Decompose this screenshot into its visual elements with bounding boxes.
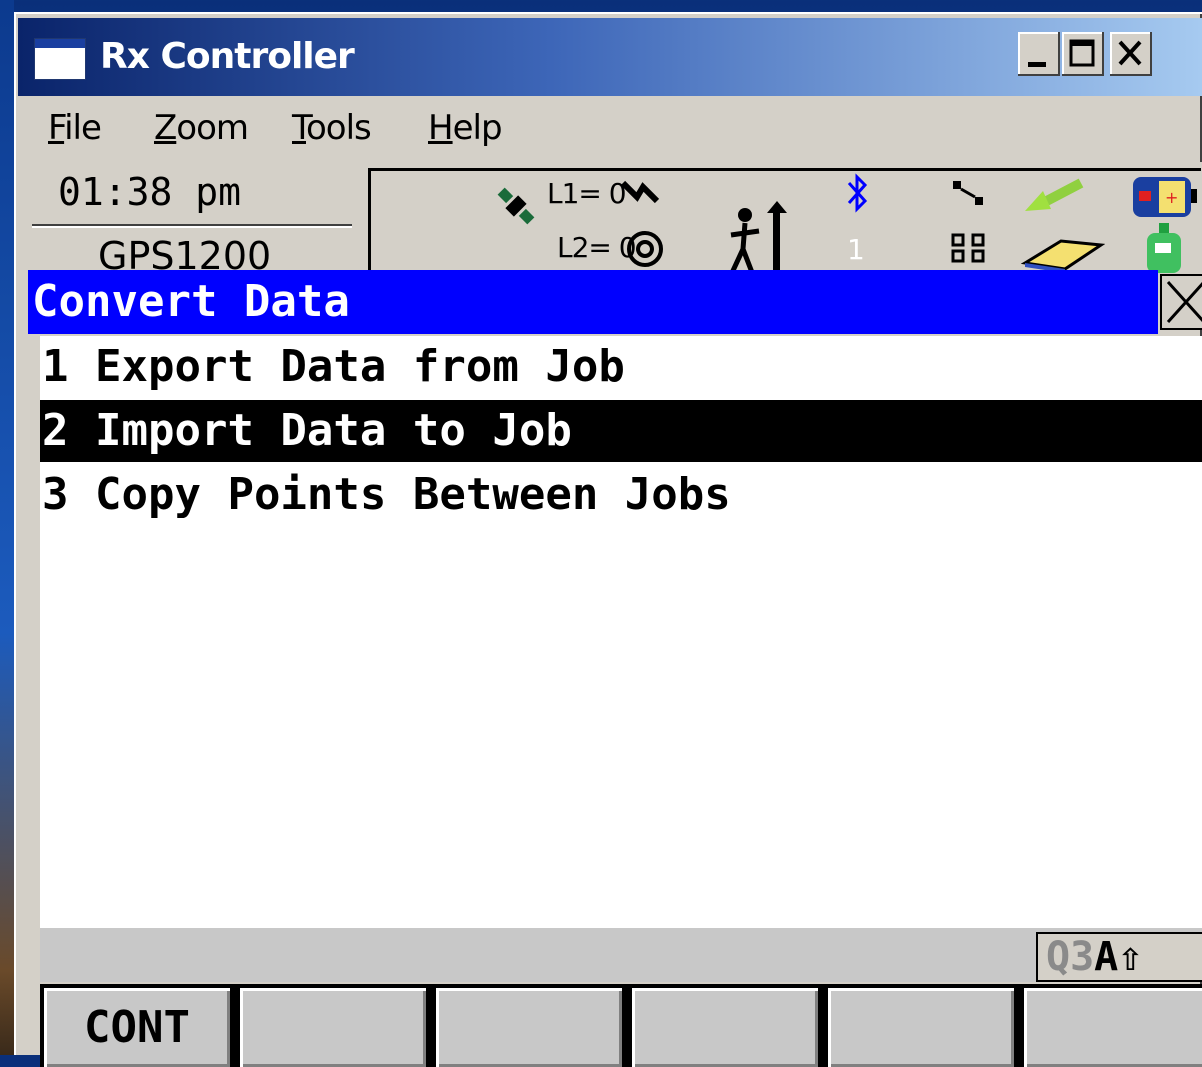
menu-help[interactable]: Help: [428, 108, 503, 148]
item-number: 3: [42, 469, 69, 520]
l1-indicator: L1= 0: [547, 177, 627, 210]
link-icon: [953, 181, 983, 205]
maximize-button[interactable]: [1062, 32, 1104, 76]
menu-tools-mnemonic: T: [292, 108, 307, 148]
mode-q: Q3: [1046, 934, 1095, 980]
menu-zoom[interactable]: Zoom: [154, 108, 249, 148]
status-icon-panel: L1= 0 L2= 0 1 +: [368, 168, 1201, 283]
f4-button[interactable]: [632, 988, 818, 1067]
menu-help-mnemonic: H: [428, 108, 454, 148]
menu-zoom-rest: oom: [176, 108, 249, 148]
desktop-background: [0, 0, 14, 1055]
menu-tools-rest: ools: [306, 108, 372, 148]
close-icon: [1166, 280, 1202, 324]
memory-card-icon: [1021, 239, 1105, 273]
app-window: Rx Controller File Zoom Tools Help 01:38…: [14, 12, 1202, 1067]
list-item[interactable]: 3 Copy Points Between Jobs: [40, 464, 1202, 526]
menu-zoom-mnemonic: Z: [154, 108, 177, 148]
menu-file[interactable]: File: [48, 108, 102, 148]
item-label: Export Data from Job: [95, 341, 625, 392]
menu-file-mnemonic: F: [48, 108, 65, 148]
item-number: 1: [42, 341, 69, 392]
network-icon: [951, 233, 985, 263]
f6-button[interactable]: [1024, 988, 1202, 1067]
input-mode-indicator: Q3A⇧: [1036, 932, 1202, 982]
item-label: Import Data to Job: [95, 405, 572, 456]
minimize-button[interactable]: [1018, 32, 1060, 76]
l2-indicator: L2= 0: [557, 231, 637, 264]
maximize-icon: [1069, 39, 1095, 67]
mode-a: A: [1094, 934, 1119, 980]
screen-close-button[interactable]: [1160, 274, 1202, 330]
menu-help-rest: elp: [452, 108, 503, 148]
svg-text:+: +: [1165, 188, 1178, 207]
item-label: Copy Points Between Jobs: [95, 469, 731, 520]
window-icon: [34, 38, 86, 80]
item-number: 2: [42, 405, 69, 456]
info-bar: Q3A⇧: [40, 928, 1202, 982]
satellite-count: 1: [847, 233, 865, 266]
signal-icon: [621, 180, 660, 204]
shift-icon: ⇧: [1118, 934, 1143, 980]
screen-title: Convert Data: [28, 270, 1158, 334]
f2-button[interactable]: [240, 988, 426, 1067]
menu-tools[interactable]: Tools: [292, 108, 372, 148]
f3-button[interactable]: [436, 988, 622, 1067]
f1-cont-button[interactable]: CONT: [44, 988, 230, 1067]
at-icon: [627, 231, 663, 267]
minimize-icon: [1028, 62, 1046, 67]
title-bar[interactable]: Rx Controller: [18, 18, 1202, 96]
clock-display: 01:38 pm: [58, 170, 242, 214]
window-title: Rx Controller: [100, 36, 355, 77]
close-button[interactable]: [1110, 32, 1152, 76]
close-icon: [1118, 40, 1142, 66]
f5-button[interactable]: [828, 988, 1014, 1067]
menu-file-rest: ile: [64, 108, 102, 148]
bluetooth-icon: [847, 173, 868, 213]
battery-icon: +: [1133, 177, 1197, 217]
person-height-icon: [728, 201, 787, 279]
satellite-icon: [497, 187, 535, 225]
list-item-selected[interactable]: 2 Import Data to Job: [40, 400, 1202, 462]
divider: [32, 224, 352, 226]
menu-bar: File Zoom Tools Help: [18, 102, 1202, 160]
arrow-icon: [1025, 178, 1084, 211]
list-item[interactable]: 1 Export Data from Job: [40, 336, 1202, 398]
status-bar: 01:38 pm GPS1200 L1= 0 L2= 0 1 +: [18, 162, 1202, 283]
menu-list: 1 Export Data from Job 2 Import Data to …: [40, 336, 1202, 928]
